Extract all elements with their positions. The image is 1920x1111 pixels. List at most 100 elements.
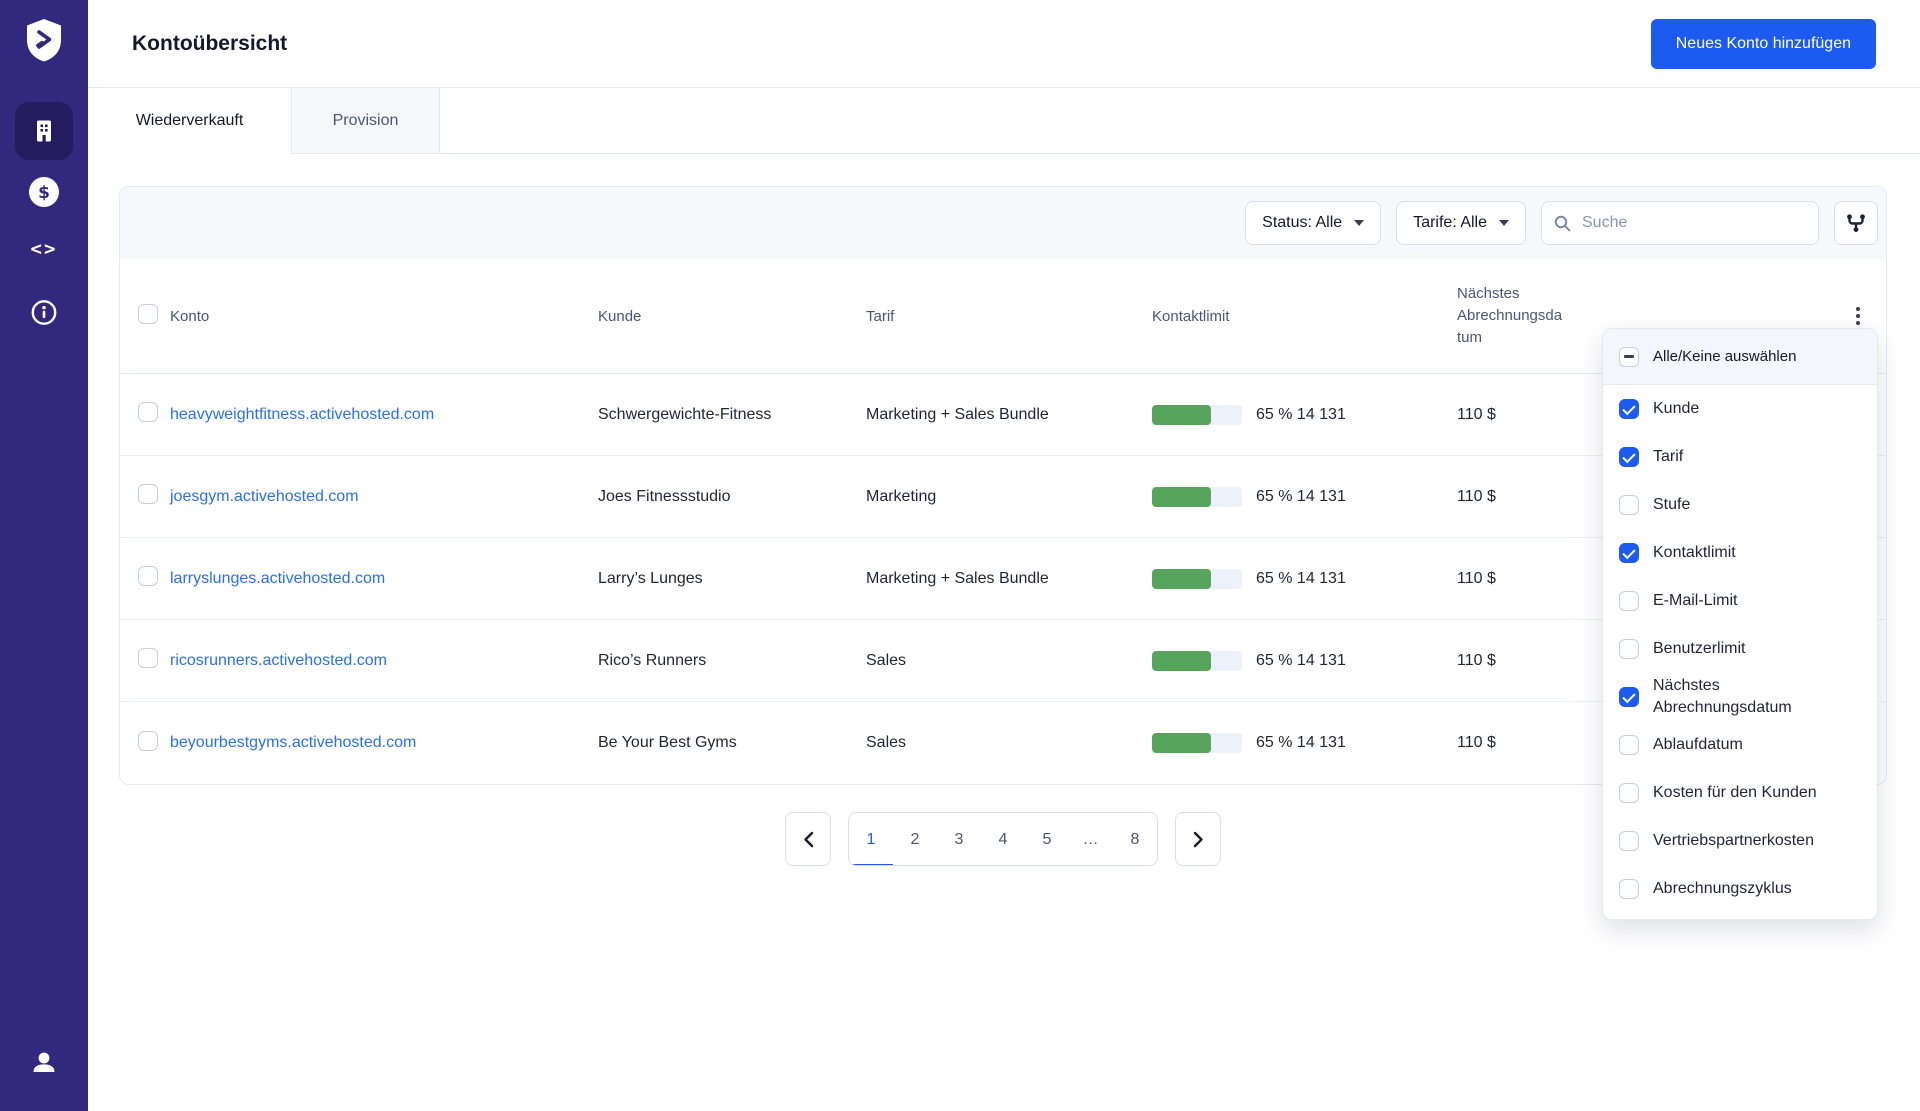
account-link[interactable]: larryslunges.activehosted.com bbox=[170, 570, 385, 587]
column-menu-item[interactable]: Nächstes Abrechnungsdatum bbox=[1603, 673, 1877, 721]
column-label: Kosten für den Kunden bbox=[1653, 783, 1817, 801]
page-1[interactable]: 1 bbox=[849, 813, 893, 865]
sidebar-item-info[interactable] bbox=[31, 299, 58, 326]
column-checkbox[interactable] bbox=[1619, 495, 1639, 515]
page-3[interactable]: 3 bbox=[937, 813, 981, 865]
column-label: Kunde bbox=[1653, 399, 1700, 417]
next-billing-cell: 110 $ bbox=[1457, 734, 1496, 751]
customer-cell: Rico’s Runners bbox=[598, 651, 707, 669]
contact-limit-bar bbox=[1152, 568, 1242, 589]
contact-limit-bar bbox=[1152, 486, 1242, 507]
row-checkbox[interactable] bbox=[138, 402, 158, 422]
column-checkbox[interactable] bbox=[1619, 399, 1639, 419]
tarife-filter-label: Tarife: Alle bbox=[1413, 214, 1487, 231]
column-menu-item[interactable]: Kontaktlimit bbox=[1603, 529, 1877, 577]
chevron-down-icon bbox=[1499, 220, 1509, 226]
column-checkbox[interactable] bbox=[1619, 879, 1639, 899]
column-checkbox[interactable] bbox=[1619, 543, 1639, 563]
column-checkbox[interactable] bbox=[1619, 591, 1639, 611]
sidebar-item-developer[interactable]: <> bbox=[31, 238, 58, 260]
columns-merge-icon bbox=[1847, 214, 1865, 232]
contact-limit-label: 65 % 14 131 bbox=[1256, 734, 1346, 751]
next-billing-cell: 110 $ bbox=[1457, 487, 1496, 505]
sidebar: $ <> bbox=[0, 0, 88, 1111]
tarife-filter-select[interactable]: Tarife: Alle bbox=[1396, 201, 1526, 245]
contact-limit-label: 65 % 14 131 bbox=[1256, 569, 1346, 587]
next-billing-cell: 110 $ bbox=[1457, 405, 1496, 423]
select-all-columns-label: Alle/Keine auswählen bbox=[1653, 348, 1797, 365]
contact-limit-bar bbox=[1152, 404, 1242, 425]
column-menu-item[interactable]: Tarif bbox=[1603, 433, 1877, 481]
column-label: Tarif bbox=[1653, 447, 1684, 465]
page-4[interactable]: 4 bbox=[981, 813, 1025, 865]
sidebar-item-billing[interactable]: $ bbox=[29, 177, 59, 207]
contact-limit-cell: 65 % 14 131 bbox=[1152, 404, 1457, 425]
column-checkbox[interactable] bbox=[1619, 687, 1639, 707]
select-all-columns-checkbox[interactable] bbox=[1619, 346, 1639, 367]
status-filter-select[interactable]: Status: Alle bbox=[1245, 201, 1382, 245]
account-link[interactable]: joesgym.activehosted.com bbox=[170, 488, 359, 505]
tab-provision[interactable]: Provision bbox=[291, 88, 440, 153]
column-menu-item[interactable]: Ablaufdatum bbox=[1603, 721, 1877, 769]
page-2[interactable]: 2 bbox=[893, 813, 937, 865]
column-menu-item[interactable]: Benutzerlimit bbox=[1603, 625, 1877, 673]
page-5[interactable]: 5 bbox=[1025, 813, 1069, 865]
column-menu-item[interactable]: Abrechnungszyklus bbox=[1603, 865, 1877, 913]
plan-cell: Sales bbox=[866, 651, 907, 669]
user-icon bbox=[33, 1052, 55, 1072]
column-checkbox[interactable] bbox=[1619, 639, 1639, 659]
tab-bar: Wiederverkauft Provision bbox=[88, 88, 1920, 154]
column-menu-item[interactable]: Stufe bbox=[1603, 481, 1877, 529]
columns-settings-button[interactable] bbox=[1834, 201, 1878, 245]
customer-cell: Larry’s Lunges bbox=[598, 569, 703, 587]
column-menu-item[interactable]: Vertriebspartnerkosten bbox=[1603, 817, 1877, 865]
chevron-left-icon bbox=[803, 831, 813, 847]
account-link[interactable]: beyourbestgyms.activehosted.com bbox=[170, 734, 416, 751]
next-page-button[interactable] bbox=[1175, 812, 1221, 866]
row-checkbox[interactable] bbox=[138, 484, 158, 504]
column-menu-item[interactable]: Kosten für den Kunden bbox=[1603, 769, 1877, 817]
column-label: Stufe bbox=[1653, 495, 1691, 513]
column-menu-item[interactable]: E-Mail-Limit bbox=[1603, 577, 1877, 625]
contact-limit-cell: 65 % 14 131 bbox=[1152, 486, 1457, 507]
column-label: Kontaktlimit bbox=[1653, 543, 1736, 561]
plan-cell: Marketing bbox=[866, 487, 937, 505]
tab-wiederverkauft[interactable]: Wiederverkauft bbox=[88, 88, 291, 154]
row-checkbox[interactable] bbox=[138, 648, 158, 668]
column-menu-item[interactable]: Kunde bbox=[1603, 385, 1877, 433]
add-account-button[interactable]: Neues Konto hinzufügen bbox=[1650, 19, 1876, 69]
search-input[interactable] bbox=[1580, 213, 1806, 233]
row-checkbox[interactable] bbox=[138, 730, 158, 751]
customer-cell: Joes Fitnessstudio bbox=[598, 487, 731, 505]
column-header-konto: Konto bbox=[170, 307, 210, 325]
svg-text:$: $ bbox=[38, 183, 50, 203]
account-link[interactable]: ricosrunners.activehosted.com bbox=[170, 652, 387, 669]
column-header-naechstes-abrechnungsdatum: Nächstes Abrechnungsdatum bbox=[1457, 285, 1563, 346]
sidebar-item-profile[interactable] bbox=[29, 1048, 59, 1078]
select-all-checkbox[interactable] bbox=[138, 304, 158, 324]
building-icon bbox=[37, 120, 51, 142]
column-checkbox[interactable] bbox=[1619, 447, 1639, 467]
next-billing-cell: 110 $ bbox=[1457, 651, 1496, 669]
column-checkbox[interactable] bbox=[1619, 831, 1639, 851]
contact-limit-label: 65 % 14 131 bbox=[1256, 651, 1346, 669]
table-options-button[interactable] bbox=[1856, 307, 1886, 325]
select-all-columns-item[interactable]: Alle/Keine auswählen bbox=[1603, 329, 1877, 385]
column-checkbox[interactable] bbox=[1619, 783, 1639, 803]
account-link[interactable]: heavyweightfitness.activehosted.com bbox=[170, 406, 434, 423]
contact-limit-cell: 65 % 14 131 bbox=[1152, 568, 1457, 589]
page-list: 1 2 3 4 5 … 8 bbox=[848, 812, 1158, 866]
column-menu-dropdown: Alle/Keine auswählen Kunde Tarif Stufe K… bbox=[1602, 328, 1878, 920]
contact-limit-label: 65 % 14 131 bbox=[1256, 487, 1346, 505]
column-label: E-Mail-Limit bbox=[1653, 591, 1738, 609]
page-8[interactable]: 8 bbox=[1113, 813, 1157, 865]
row-checkbox[interactable] bbox=[138, 566, 158, 586]
column-checkbox[interactable] bbox=[1619, 735, 1639, 755]
previous-page-button[interactable] bbox=[785, 812, 831, 866]
page-ellipsis: … bbox=[1082, 831, 1100, 848]
page-title: Kontoübersicht bbox=[132, 31, 288, 55]
info-icon bbox=[31, 300, 57, 325]
contact-limit-cell: 65 % 14 131 bbox=[1152, 733, 1457, 753]
sidebar-item-accounts[interactable] bbox=[15, 102, 73, 160]
column-header-tarif: Tarif bbox=[866, 307, 895, 325]
